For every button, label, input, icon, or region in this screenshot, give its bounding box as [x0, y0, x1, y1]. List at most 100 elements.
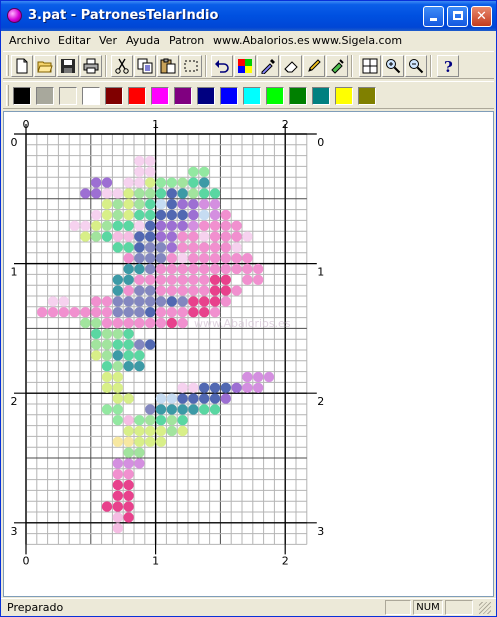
help-button[interactable]: ?	[437, 55, 459, 77]
palette-swatch[interactable]	[358, 87, 376, 105]
bead	[91, 296, 102, 307]
status-panel-num: NUM	[413, 600, 443, 615]
menu-archivo[interactable]: Archivo	[9, 34, 50, 47]
bead	[134, 458, 145, 469]
copy-button[interactable]	[134, 55, 156, 77]
bead	[112, 274, 124, 285]
palette-swatch[interactable]	[220, 87, 238, 105]
bead	[177, 425, 188, 437]
bead	[123, 501, 134, 512]
grid-button[interactable]	[359, 55, 381, 77]
bead	[123, 393, 134, 404]
menu-abalorios-link[interactable]: www.Abalorios.es	[213, 34, 310, 47]
maximize-button[interactable]	[447, 6, 468, 27]
bead	[123, 490, 134, 501]
undo-button[interactable]	[211, 55, 233, 77]
minimize-button[interactable]	[423, 6, 444, 27]
bead	[155, 199, 167, 210]
zoom-in-icon	[386, 59, 401, 74]
palette-button[interactable]	[234, 55, 256, 77]
palette-swatch[interactable]	[335, 87, 353, 105]
bead	[134, 220, 145, 231]
cut-button[interactable]	[111, 55, 133, 77]
bead	[112, 361, 124, 372]
palette-swatch[interactable]	[13, 87, 31, 105]
print-button[interactable]	[80, 55, 102, 77]
palette-swatch[interactable]	[105, 87, 123, 105]
close-button[interactable]: ✕	[471, 6, 492, 27]
toolbar-grip[interactable]	[6, 55, 9, 76]
bead	[188, 177, 199, 188]
menu-sigela-link[interactable]: www.Sigela.com	[312, 34, 402, 47]
palette-swatch[interactable]	[243, 87, 261, 105]
bead	[112, 317, 124, 329]
bead	[231, 382, 242, 393]
palette-swatch[interactable]	[151, 87, 169, 105]
bead	[69, 307, 80, 318]
eyedropper-button[interactable]	[257, 55, 279, 77]
paste-button[interactable]	[157, 55, 179, 77]
bead	[177, 404, 188, 415]
bead	[112, 199, 124, 210]
resize-grip[interactable]	[479, 602, 491, 614]
bead	[155, 188, 167, 199]
bead	[145, 242, 156, 253]
palette-swatch[interactable]	[174, 87, 192, 105]
menu-patron[interactable]: Patron	[169, 34, 204, 47]
svg-text:?: ?	[444, 58, 453, 74]
palette-swatch[interactable]	[197, 87, 215, 105]
bead	[209, 404, 221, 415]
bead	[263, 371, 275, 383]
bead	[134, 188, 145, 199]
new-button[interactable]	[11, 55, 33, 77]
bead	[101, 328, 113, 339]
pencil-button[interactable]	[303, 55, 325, 77]
bead	[112, 350, 124, 361]
bead	[209, 263, 221, 275]
palette-swatch[interactable]	[36, 87, 54, 105]
save-button[interactable]	[57, 55, 79, 77]
bead	[91, 220, 102, 231]
toolbar-separator	[351, 55, 353, 77]
menu-editar[interactable]: Editar	[58, 34, 91, 47]
bead	[123, 512, 134, 523]
palette-swatch[interactable]	[312, 87, 330, 105]
palette-swatch[interactable]	[289, 87, 307, 105]
bead	[145, 296, 156, 307]
fill-button[interactable]	[326, 55, 348, 77]
pattern-grid[interactable]: 0011220 01 12 23 3www.Abalorios.es	[4, 112, 493, 596]
bead	[101, 350, 113, 361]
zoom-in-button[interactable]	[382, 55, 404, 77]
zoom-out-button[interactable]	[405, 55, 427, 77]
bead	[145, 166, 156, 177]
menu-ver[interactable]: Ver	[99, 34, 117, 47]
paste-icon	[160, 58, 176, 74]
bead	[155, 436, 167, 447]
palette-swatch[interactable]	[128, 87, 146, 105]
toolbar-grip[interactable]	[6, 85, 9, 106]
bead	[209, 285, 221, 296]
open-button[interactable]	[34, 55, 56, 77]
bead	[134, 166, 145, 177]
bead	[112, 501, 124, 512]
bead	[166, 285, 177, 296]
ruler-label-left: 1	[11, 266, 18, 279]
bead	[58, 307, 69, 318]
menu-ayuda[interactable]: Ayuda	[126, 34, 160, 47]
bead	[199, 274, 210, 285]
bead	[123, 274, 134, 285]
palette-swatch[interactable]	[266, 87, 284, 105]
pattern-canvas[interactable]: 0 0 1 1 2 2 0 0 1 1 2 2 3 3 www.Abalorios.es	[3, 111, 494, 597]
select-button[interactable]	[180, 55, 202, 77]
bead	[47, 296, 59, 307]
bead	[188, 188, 199, 199]
ruler-label-top: 2	[282, 118, 289, 131]
palette-swatch[interactable]	[59, 87, 77, 105]
title-bar[interactable]: 3.pat - PatronesTelarIndio ✕	[1, 1, 496, 31]
app-logo-icon[interactable]	[7, 8, 22, 23]
bead	[91, 209, 102, 221]
bead	[101, 382, 113, 393]
bead	[134, 339, 145, 350]
eraser-button[interactable]	[280, 55, 302, 77]
palette-swatch[interactable]	[82, 87, 100, 105]
